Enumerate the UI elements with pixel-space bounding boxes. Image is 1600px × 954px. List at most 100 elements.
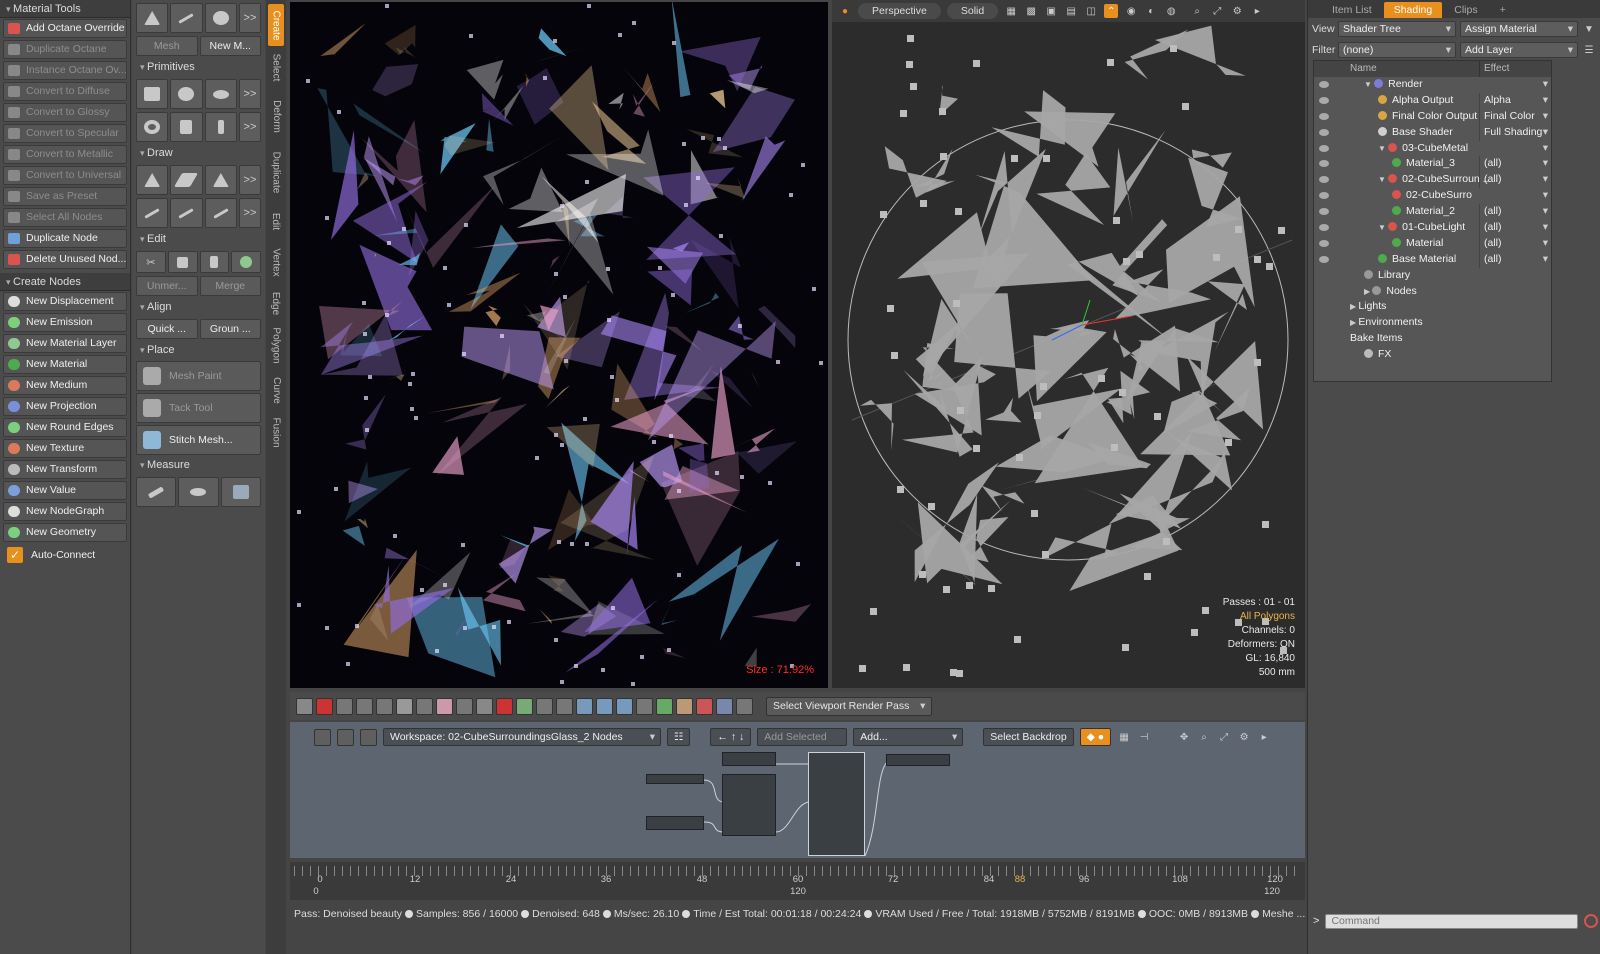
create-node-button[interactable]: New Medium	[3, 376, 127, 395]
material-node[interactable]	[808, 752, 865, 856]
cut-button[interactable]: ✂	[136, 251, 166, 273]
tab-fusion[interactable]: Fusion	[268, 412, 284, 452]
unmerge-button[interactable]: Unmer...	[136, 276, 198, 296]
create-node-button[interactable]: New Geometry	[3, 523, 127, 542]
render-tool-icon[interactable]	[556, 697, 573, 715]
node-tool-a-icon[interactable]	[314, 728, 331, 746]
mesh-tool-b-button[interactable]	[170, 3, 203, 33]
workspace-dropdown[interactable]: Workspace: 02-CubeSurroundingsGlass_2 No…	[383, 728, 661, 746]
viewport-menu-icon[interactable]: ●	[838, 4, 852, 18]
select-backdrop-button[interactable]: Select Backdrop	[983, 728, 1074, 746]
tab-edit[interactable]: Edit	[268, 204, 284, 238]
tree-item-effect[interactable]: (all)	[1479, 251, 1551, 268]
render-tool-icon[interactable]	[696, 697, 713, 715]
assign-material-dropdown[interactable]: Assign Material	[1460, 21, 1578, 37]
tab-duplicate[interactable]: Duplicate	[268, 142, 284, 202]
eye-icon[interactable]	[1319, 96, 1329, 104]
eye-icon[interactable]	[1319, 255, 1329, 263]
material-tools-header[interactable]: Material Tools	[0, 0, 130, 18]
pen-button[interactable]	[136, 165, 169, 195]
cube-button[interactable]	[136, 79, 169, 109]
shading-tab[interactable]: Shading	[1383, 2, 1443, 18]
draw-header[interactable]: Draw	[132, 145, 265, 162]
ruler-button[interactable]	[136, 477, 177, 507]
protractor-button[interactable]	[178, 477, 219, 507]
tack-tool-button[interactable]: Tack Tool	[136, 393, 261, 423]
render-tool-icon[interactable]	[636, 697, 653, 715]
merge-button[interactable]: Merge	[199, 276, 261, 296]
shader-tree-row[interactable]: Alpha Output Alpha	[1314, 92, 1551, 109]
expander-icon[interactable]: ▼	[1378, 175, 1388, 184]
shader-tree-row[interactable]: ▶ Environments	[1314, 315, 1551, 331]
light-icon[interactable]: ◐	[1144, 4, 1158, 18]
material-tool-button[interactable]: Convert to Glossy	[3, 103, 127, 122]
render-tool-icon[interactable]	[356, 697, 373, 715]
render-tool-icon[interactable]	[596, 697, 613, 715]
shader-tree-row[interactable]: Base Material (all)	[1314, 251, 1551, 268]
cylinder-button[interactable]	[170, 112, 203, 142]
render-tool-icon[interactable]	[336, 697, 353, 715]
create-node-button[interactable]: New NodeGraph	[3, 502, 127, 521]
output-node[interactable]	[886, 754, 950, 766]
more-draw-button[interactable]: >>	[238, 165, 261, 195]
eye-icon[interactable]	[1319, 160, 1329, 168]
pipe-button[interactable]	[204, 112, 237, 142]
add-layer-dropdown[interactable]: Add Layer	[1460, 42, 1578, 58]
sphere-button[interactable]	[170, 79, 203, 109]
grid-icon[interactable]: ▦	[1004, 4, 1018, 18]
mesh-paint-button[interactable]: Mesh Paint	[136, 361, 261, 391]
shading-dropdown[interactable]: Solid	[946, 3, 999, 19]
shader-tree-row[interactable]: Base Shader Full Shading	[1314, 124, 1551, 141]
tree-item-effect[interactable]: (all)	[1479, 204, 1551, 221]
node-box[interactable]	[646, 816, 704, 830]
material-tool-button[interactable]: Select All Nodes	[3, 208, 127, 227]
plane-button[interactable]	[170, 165, 203, 195]
more-mesh-button[interactable]: >>	[238, 3, 261, 33]
quick-align-button[interactable]: Quick ...	[136, 319, 198, 339]
texture-icon[interactable]: ▤	[1064, 4, 1078, 18]
mesh-tool-c-button[interactable]	[204, 3, 237, 33]
place-header[interactable]: Place	[132, 342, 265, 359]
create-node-button[interactable]: New Material	[3, 355, 127, 374]
eye-icon[interactable]	[1319, 112, 1329, 120]
material-tool-button[interactable]: Instance Octane Ov...	[3, 61, 127, 80]
render-tool-icon[interactable]	[576, 697, 593, 715]
projection-dropdown[interactable]: Perspective	[858, 3, 941, 19]
render-tool-icon[interactable]	[676, 697, 693, 715]
tab-create[interactable]: Create	[268, 4, 284, 46]
add-node-dropdown[interactable]: Add...	[853, 728, 964, 746]
mesh-button[interactable]: Mesh	[136, 36, 198, 56]
tab-edge[interactable]: Edge	[268, 286, 284, 320]
tab-deform[interactable]: Deform	[268, 92, 284, 140]
eye-icon[interactable]	[1319, 224, 1329, 232]
expander-icon[interactable]: ▼	[1378, 223, 1388, 232]
render-tool-icon[interactable]	[376, 697, 393, 715]
add-selected-button[interactable]: Add Selected	[757, 728, 848, 746]
record-icon[interactable]	[1584, 914, 1598, 928]
measure-header[interactable]: Measure	[132, 457, 265, 474]
material-tool-button[interactable]: Delete Unused Nod...	[3, 250, 127, 269]
filter-dropdown[interactable]: (none)	[1338, 42, 1456, 58]
more-primitives-2-button[interactable]: >>	[238, 112, 261, 142]
create-node-button[interactable]: New Material Layer	[3, 334, 127, 353]
camera-icon[interactable]: ◉	[1124, 4, 1138, 18]
wireframe-icon[interactable]: ▩	[1024, 4, 1038, 18]
nav-arrows-icon[interactable]: ← ↑ ↓	[710, 728, 752, 746]
shader-tree-row[interactable]: Material_3 (all)	[1314, 156, 1551, 173]
shader-tree-row[interactable]: ▼ Render	[1314, 77, 1551, 93]
list-icon[interactable]: ☰	[1582, 43, 1596, 57]
timeline[interactable]: 0 12 24 36 48 60 72 84 88 96 108 120 0 120 120	[290, 862, 1305, 900]
3d-viewport[interactable]: ● Perspective Solid ▦ ▩ ▣ ▤ ◫ ⌃ ◉ ◐ ◍ ⌕ …	[832, 0, 1305, 688]
expander-icon[interactable]: ▼	[1364, 80, 1374, 89]
maximize-icon[interactable]: ⤢	[1210, 4, 1224, 18]
tab-vertex[interactable]: Vertex	[268, 240, 284, 284]
paste-button[interactable]	[199, 251, 230, 273]
node-box[interactable]	[646, 774, 704, 784]
shader-tree-row[interactable]: ▼ 01-CubeLight (all)	[1314, 220, 1551, 236]
eye-icon[interactable]	[1319, 192, 1329, 200]
shading-tab[interactable]: Clips	[1444, 2, 1487, 18]
tree-item-effect[interactable]: Alpha	[1479, 92, 1551, 109]
shader-tree-row[interactable]: FX	[1314, 347, 1551, 363]
edit-header[interactable]: Edit	[132, 231, 265, 248]
spline-button[interactable]	[170, 198, 203, 228]
